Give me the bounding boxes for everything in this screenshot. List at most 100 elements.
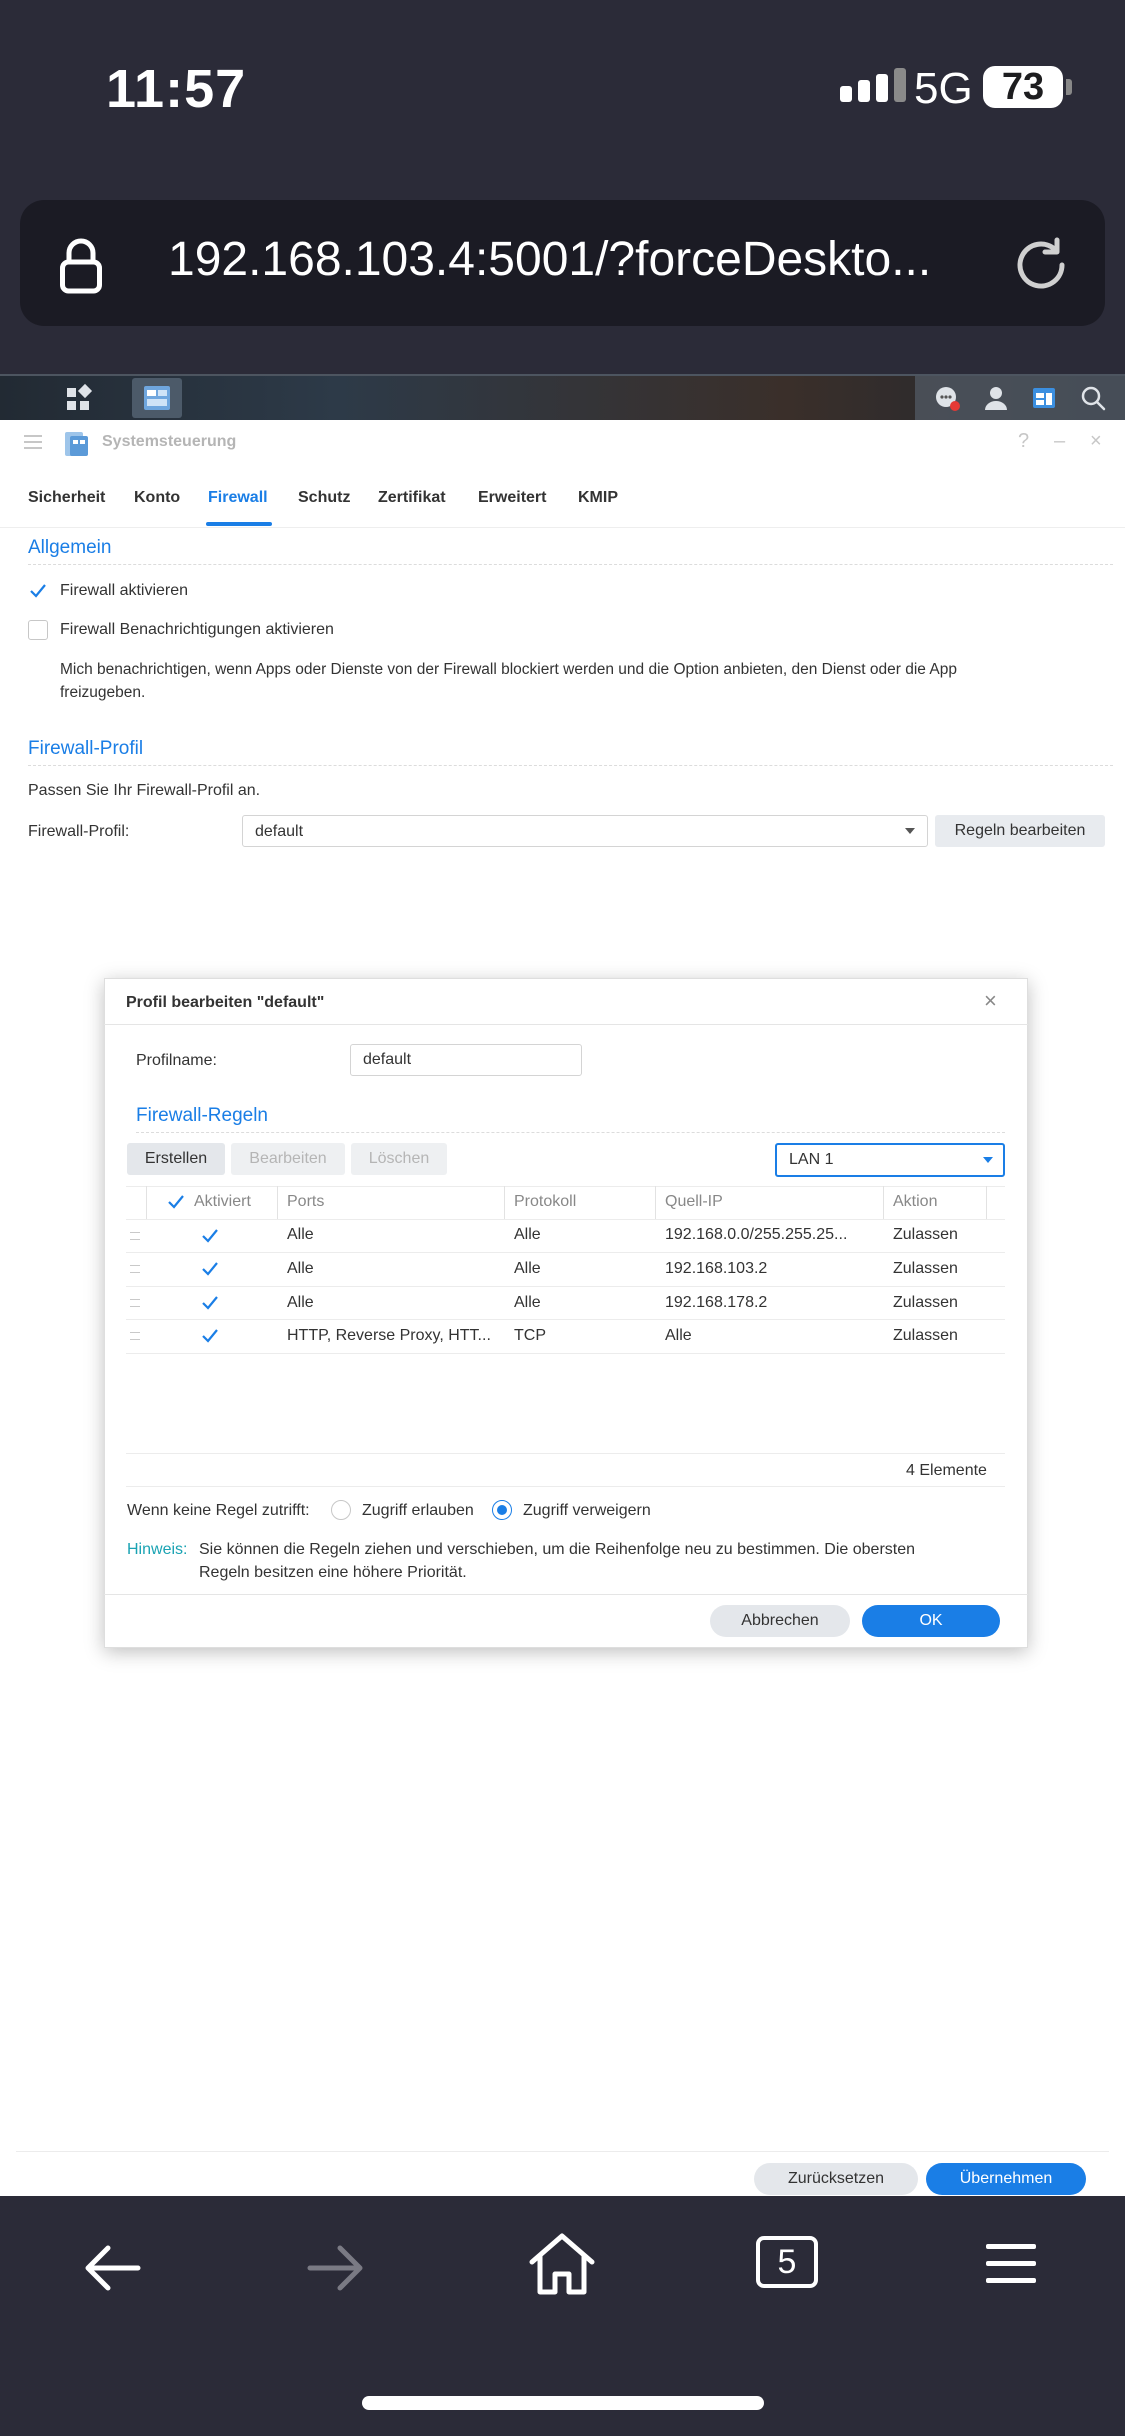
url-text[interactable]: 192.168.103.4:5001/?forceDeskto... — [168, 232, 931, 287]
column-header-enabled[interactable]: Aktiviert — [194, 1193, 251, 1211]
column-separator — [655, 1186, 656, 1219]
cancel-button[interactable]: Abbrechen — [710, 1605, 850, 1637]
rule-action: Zulassen — [893, 1226, 958, 1243]
section-divider — [28, 564, 1113, 565]
table-row-border — [126, 1286, 1005, 1287]
table-header-border — [126, 1219, 1005, 1220]
chat-notification-icon[interactable] — [933, 384, 961, 412]
rule-source-ip: 192.168.103.2 — [665, 1260, 768, 1277]
table-top-border — [126, 1186, 1005, 1187]
table-row-border — [126, 1252, 1005, 1253]
drag-handle-icon[interactable] — [130, 1299, 140, 1307]
minimize-icon[interactable]: – — [1054, 430, 1065, 453]
column-separator — [883, 1186, 884, 1219]
control-panel-app-icon — [65, 432, 88, 456]
tab-kmip[interactable]: KMIP — [578, 489, 618, 507]
deny-access-radio[interactable] — [492, 1500, 512, 1520]
column-header-source-ip[interactable]: Quell-IP — [665, 1193, 723, 1211]
column-header-protocol[interactable]: Protokoll — [514, 1193, 576, 1211]
rule-source-ip: Alle — [665, 1327, 692, 1344]
dialog-title: Profil bearbeiten "default" — [126, 994, 325, 1011]
rule-enabled-checkbox[interactable] — [200, 1326, 220, 1346]
user-icon[interactable] — [982, 384, 1010, 412]
profile-select-value: default — [255, 823, 304, 840]
note-text-cont: Regeln besitzen eine höhere Priorität. — [199, 1564, 467, 1581]
reset-button[interactable]: Zurücksetzen — [754, 2163, 918, 2195]
ok-button[interactable]: OK — [862, 1605, 1000, 1637]
delete-rule-button[interactable]: Löschen — [351, 1143, 447, 1175]
enable-firewall-checkbox[interactable] — [28, 581, 48, 601]
rule-protocol: Alle — [514, 1226, 541, 1243]
help-icon[interactable]: ? — [1018, 430, 1029, 453]
back-arrow-icon[interactable] — [82, 2242, 142, 2294]
profile-select[interactable]: default — [242, 815, 928, 847]
allow-access-label: Zugriff erlauben — [362, 1502, 474, 1519]
cellular-signal-icon — [840, 68, 906, 102]
column-header-ports[interactable]: Ports — [287, 1193, 324, 1211]
lock-icon — [60, 238, 102, 294]
drag-handle-icon[interactable] — [130, 1232, 140, 1240]
profile-name-input[interactable]: default — [350, 1044, 582, 1076]
hamburger-menu-icon[interactable] — [24, 435, 42, 449]
tab-zertifikat[interactable]: Zertifikat — [378, 489, 446, 507]
section-divider — [28, 765, 1113, 766]
reload-icon[interactable] — [1010, 234, 1072, 296]
section-divider — [136, 1132, 1005, 1133]
chevron-down-icon — [983, 1157, 993, 1163]
search-icon[interactable] — [1079, 384, 1107, 412]
table-row-border — [126, 1319, 1005, 1320]
tab-schutz[interactable]: Schutz — [298, 489, 350, 507]
tab-sicherheit[interactable]: Sicherheit — [28, 489, 105, 507]
widgets-icon[interactable] — [1030, 384, 1058, 412]
drag-handle-icon[interactable] — [130, 1332, 140, 1340]
column-separator — [277, 1186, 278, 1219]
item-count: 4 Elemente — [906, 1462, 987, 1479]
section-title-general: Allgemein — [28, 537, 112, 558]
drag-handle-icon[interactable] — [130, 1265, 140, 1273]
create-rule-button[interactable]: Erstellen — [127, 1143, 225, 1175]
rules-section-title: Firewall-Regeln — [136, 1105, 268, 1126]
control-panel-taskbar-icon[interactable] — [132, 378, 182, 418]
window-footer-divider — [16, 2151, 1109, 2152]
dialog-close-icon[interactable]: × — [984, 988, 997, 1014]
rule-protocol: Alle — [514, 1294, 541, 1311]
profile-label: Firewall-Profil: — [28, 823, 130, 840]
deny-access-label: Zugriff verweigern — [523, 1502, 651, 1519]
edit-rule-button[interactable]: Bearbeiten — [231, 1143, 345, 1175]
main-menu-grid-icon[interactable] — [50, 380, 106, 418]
close-window-icon[interactable]: × — [1090, 430, 1102, 453]
rule-enabled-checkbox[interactable] — [200, 1259, 220, 1279]
column-header-action[interactable]: Aktion — [893, 1193, 937, 1211]
apply-button[interactable]: Übernehmen — [926, 2163, 1086, 2195]
column-separator — [146, 1186, 147, 1219]
dialog-footer-divider — [104, 1594, 1028, 1595]
select-all-checkbox[interactable] — [166, 1192, 186, 1212]
rule-action: Zulassen — [893, 1294, 958, 1311]
interface-select-value: LAN 1 — [789, 1151, 834, 1168]
note-label: Hinweis: — [127, 1541, 188, 1558]
rule-enabled-checkbox[interactable] — [200, 1293, 220, 1313]
tab-konto[interactable]: Konto — [134, 489, 180, 507]
interface-select[interactable]: LAN 1 — [775, 1143, 1005, 1177]
menu-icon[interactable] — [986, 2244, 1036, 2284]
rule-source-ip: 192.168.178.2 — [665, 1294, 768, 1311]
allow-access-radio[interactable] — [331, 1500, 351, 1520]
battery-icon: 73 — [983, 66, 1063, 108]
edit-rules-button[interactable]: Regeln bearbeiten — [935, 815, 1105, 847]
tab-erweitert[interactable]: Erweitert — [478, 489, 546, 507]
battery-tip — [1066, 79, 1072, 95]
home-icon[interactable] — [528, 2232, 596, 2296]
rule-ports: Alle — [287, 1260, 314, 1277]
rule-enabled-checkbox[interactable] — [200, 1226, 220, 1246]
window-title: Systemsteuerung — [102, 433, 237, 450]
rule-action: Zulassen — [893, 1260, 958, 1277]
tab-firewall[interactable]: Firewall — [208, 489, 268, 507]
network-type: 5G — [914, 64, 973, 113]
note-text: Sie können die Regeln ziehen und verschi… — [199, 1541, 916, 1558]
notifications-description-cont: freizugeben. — [60, 684, 146, 701]
column-separator — [986, 1186, 987, 1219]
tabs-count-button[interactable]: 5 — [756, 2236, 818, 2288]
notifications-description: Mich benachrichtigen, wenn Apps oder Die… — [60, 661, 957, 678]
forward-arrow-icon[interactable] — [306, 2242, 366, 2294]
enable-notifications-checkbox[interactable] — [28, 620, 48, 640]
